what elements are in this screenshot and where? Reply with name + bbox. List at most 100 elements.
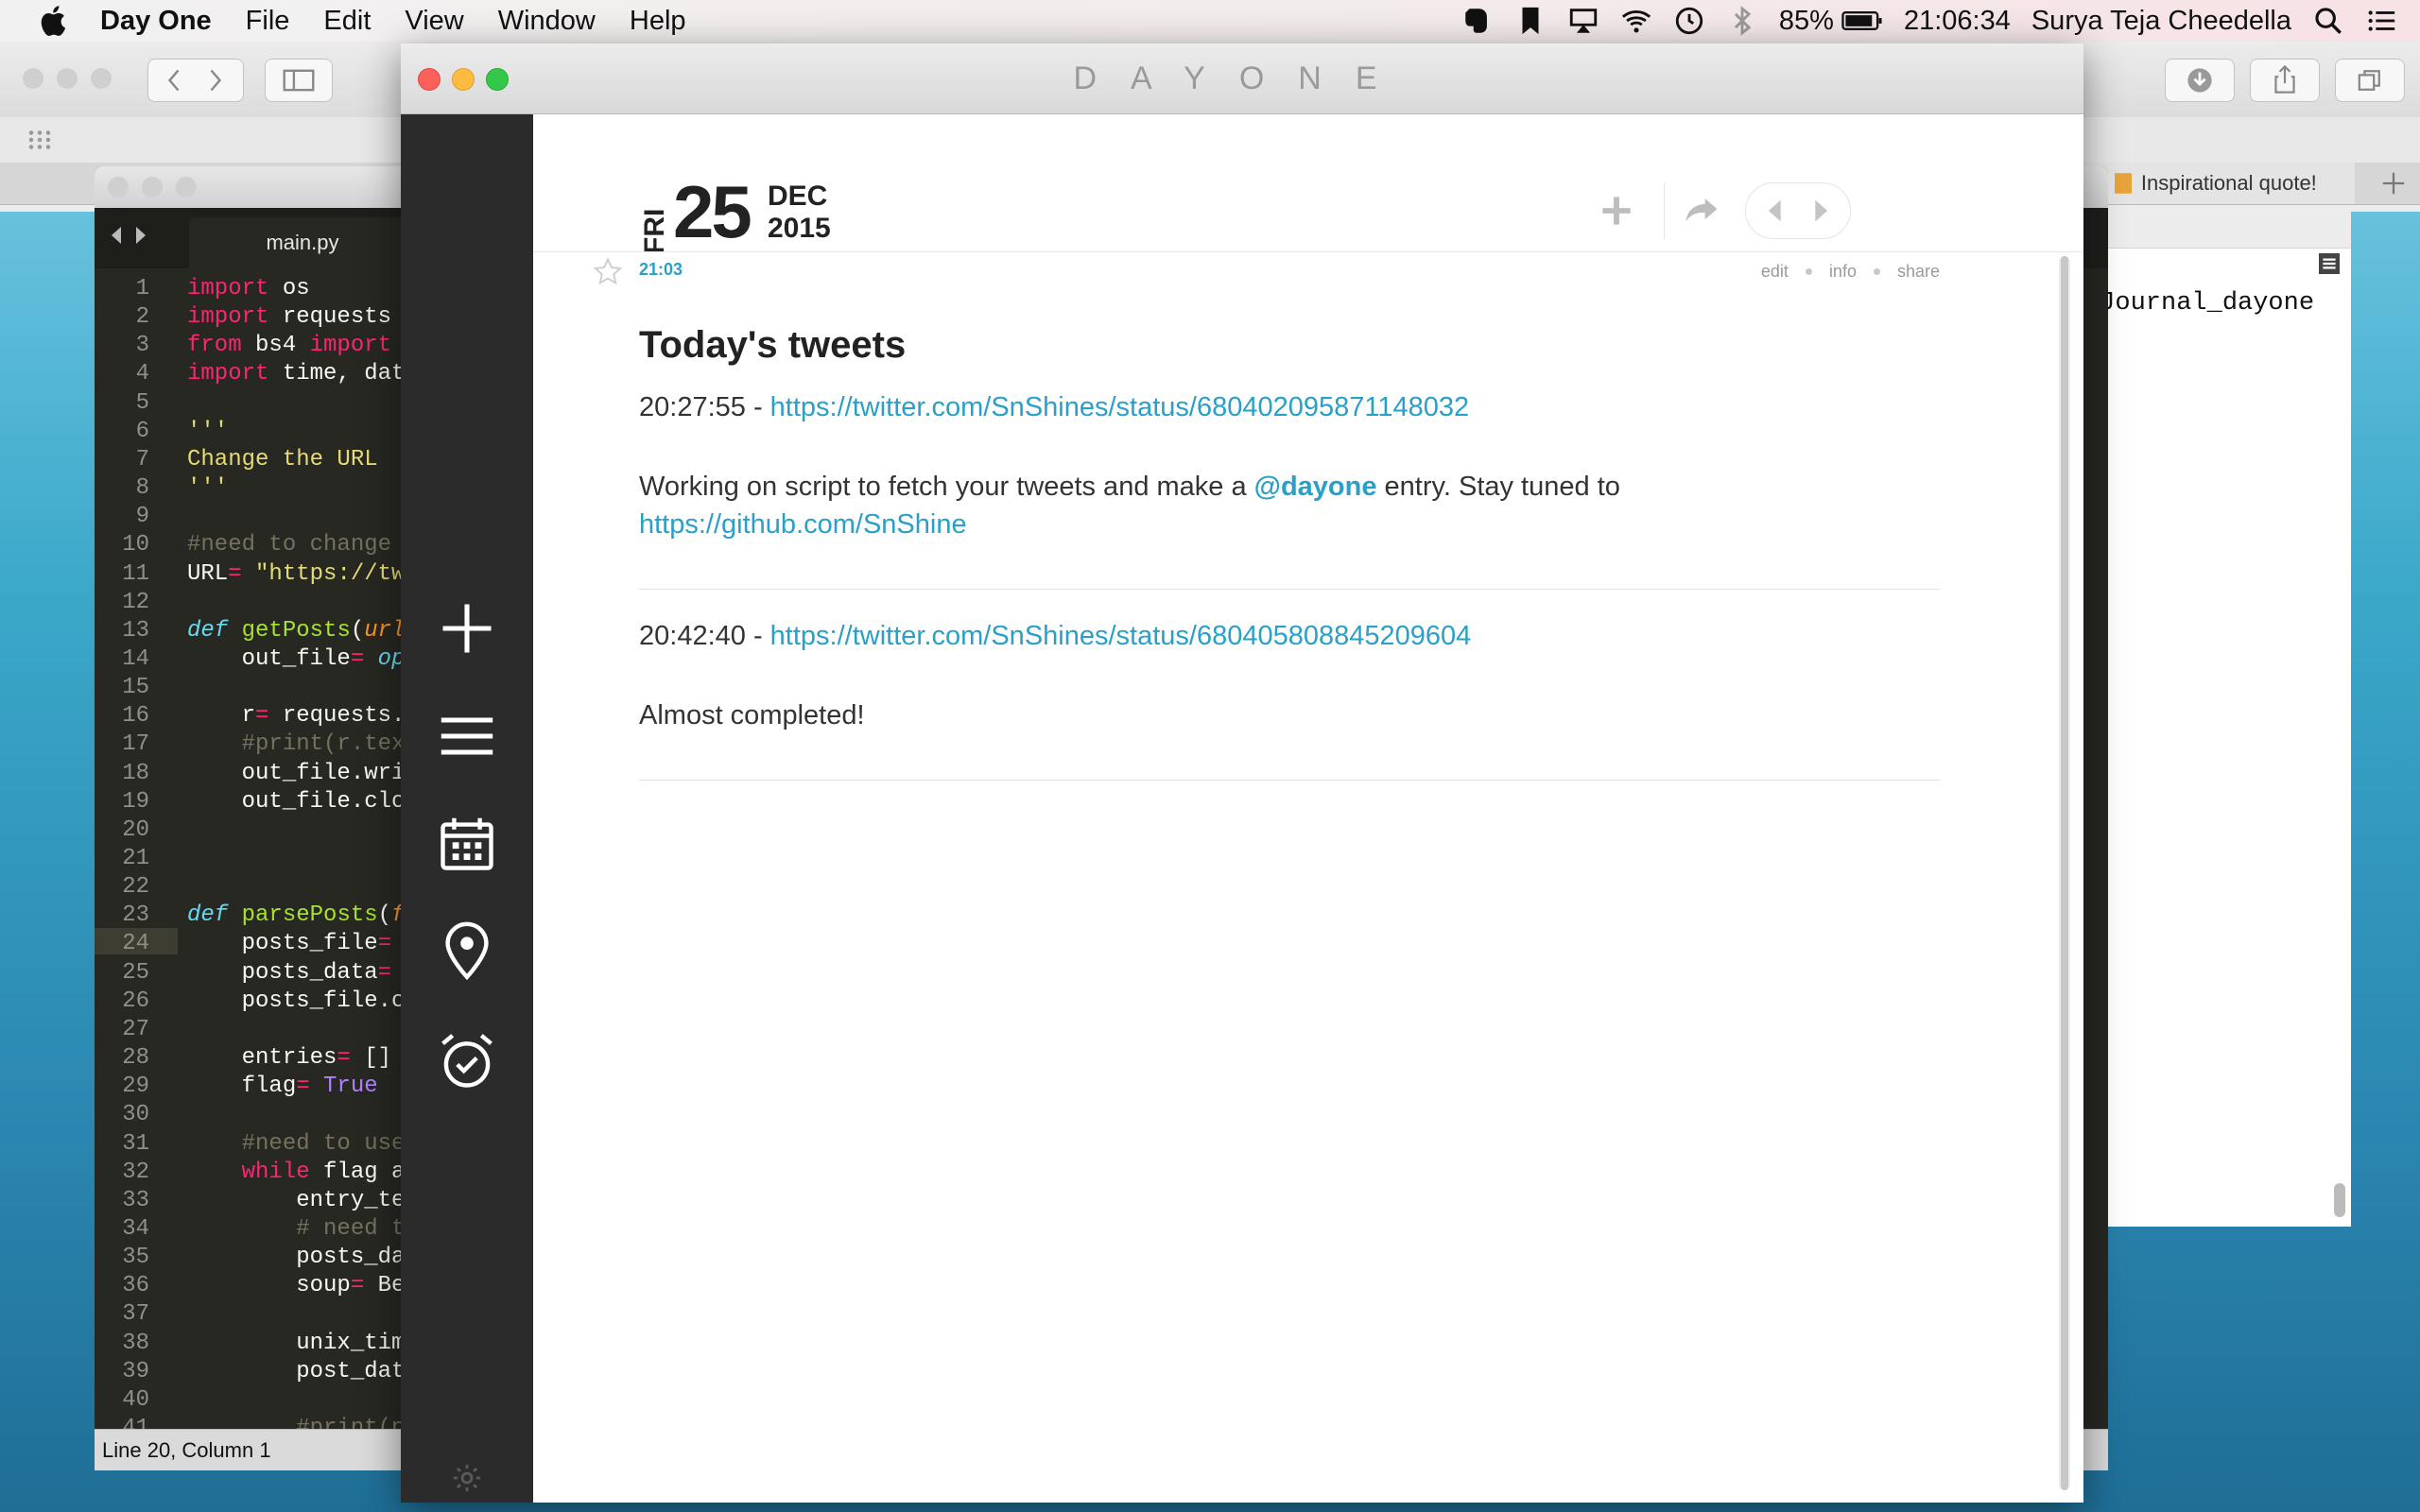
tab-nav-arrows[interactable] bbox=[108, 225, 149, 251]
code-token: while bbox=[187, 1160, 310, 1185]
line-number: 17 bbox=[122, 731, 149, 757]
evernote-icon[interactable] bbox=[1461, 5, 1494, 37]
menu-view[interactable]: View bbox=[405, 6, 463, 37]
code-token: posts_da bbox=[187, 1245, 406, 1270]
grid-icon[interactable] bbox=[28, 129, 57, 151]
entry-scrollbar[interactable] bbox=[2059, 256, 2070, 1490]
scroll-menu-icon[interactable] bbox=[2319, 253, 2340, 274]
menu-help[interactable]: Help bbox=[630, 6, 686, 37]
github-link[interactable]: https://github.com/SnShine bbox=[639, 509, 967, 540]
line-number: 7 bbox=[135, 447, 149, 472]
calendar-icon[interactable] bbox=[435, 812, 499, 876]
tab-nav-icon[interactable] bbox=[108, 225, 149, 246]
entry-title: Today's tweets bbox=[639, 324, 907, 366]
forward-icon[interactable] bbox=[205, 69, 226, 92]
menubar-user[interactable]: Surya Teja Cheedella bbox=[2031, 6, 2291, 37]
line-number: 14 bbox=[122, 646, 149, 672]
menu-edit[interactable]: Edit bbox=[323, 6, 371, 37]
downloads-button[interactable] bbox=[2165, 59, 2235, 102]
safari-close-button[interactable] bbox=[23, 68, 43, 89]
code-line: soup= Be bbox=[187, 1273, 405, 1298]
menubar-clock[interactable]: 21:06:34 bbox=[1904, 6, 2011, 37]
line-number: 31 bbox=[122, 1131, 149, 1157]
new-entry-icon[interactable] bbox=[435, 596, 499, 661]
reminder-alarm-icon[interactable] bbox=[435, 1029, 499, 1093]
time-machine-icon[interactable] bbox=[1673, 5, 1705, 37]
line-number: 40 bbox=[122, 1387, 149, 1413]
editor-zoom-button[interactable] bbox=[176, 177, 197, 198]
next-entry-icon[interactable] bbox=[1805, 195, 1837, 227]
share-link[interactable]: share bbox=[1897, 262, 1940, 282]
code-token: def bbox=[187, 618, 229, 644]
entry-scrollbar-thumb[interactable] bbox=[2061, 256, 2068, 1490]
sidebar-toggle-button[interactable] bbox=[265, 59, 333, 102]
code-line: out_file.wri bbox=[187, 761, 406, 786]
wifi-icon[interactable] bbox=[1620, 5, 1652, 37]
apple-icon[interactable] bbox=[38, 4, 72, 38]
code-token: unix_tim bbox=[187, 1331, 406, 1356]
code-token: time, dat bbox=[268, 361, 406, 387]
line-number: 8 bbox=[135, 475, 149, 501]
sidebar-icon bbox=[283, 69, 315, 92]
tabs-icon bbox=[2358, 70, 2380, 91]
back-icon[interactable] bbox=[164, 69, 184, 92]
airplay-icon[interactable] bbox=[1567, 5, 1599, 37]
add-entry-icon[interactable] bbox=[1596, 190, 1637, 232]
code-line: import os bbox=[187, 276, 310, 301]
spotlight-search-icon[interactable] bbox=[2312, 5, 2344, 37]
code-line: # need t bbox=[187, 1216, 405, 1242]
tab-main-py[interactable]: main.py bbox=[189, 217, 416, 268]
safari-zoom-button[interactable] bbox=[91, 68, 112, 89]
edit-link[interactable]: edit bbox=[1761, 262, 1789, 282]
code-token: ( bbox=[377, 902, 392, 928]
editor-close-button[interactable] bbox=[108, 177, 129, 198]
editor-minimize-button[interactable] bbox=[142, 177, 163, 198]
settings-gear-icon[interactable] bbox=[451, 1462, 483, 1494]
line-number: 29 bbox=[122, 1074, 149, 1099]
tweet-1-header: 20:27:55 - https://twitter.com/SnShines/… bbox=[639, 388, 1944, 426]
bluetooth-icon[interactable] bbox=[1726, 5, 1758, 37]
code-line: out_file.clo bbox=[187, 789, 406, 815]
code-token: flag a bbox=[309, 1160, 406, 1185]
notification-center-icon[interactable] bbox=[2365, 5, 2397, 37]
share-icon bbox=[2274, 65, 2295, 94]
terminal-header bbox=[2071, 210, 2351, 249]
previous-entry-icon[interactable] bbox=[1759, 195, 1791, 227]
code-token: ''' bbox=[187, 475, 229, 501]
menu-window[interactable]: Window bbox=[498, 6, 596, 37]
code-token: = bbox=[228, 561, 256, 587]
dayone-mention-link[interactable]: @dayone bbox=[1254, 472, 1377, 502]
code-line: r= requests. bbox=[187, 703, 406, 729]
code-token: entries bbox=[187, 1045, 337, 1071]
new-tab-icon[interactable] bbox=[2380, 170, 2407, 197]
share-arrow-icon[interactable] bbox=[1681, 190, 1722, 232]
safari-back-forward[interactable] bbox=[147, 59, 244, 102]
menu-app-name[interactable]: Day One bbox=[100, 6, 212, 37]
info-link[interactable]: info bbox=[1829, 262, 1857, 282]
line-number: 37 bbox=[122, 1301, 149, 1327]
map-pin-icon[interactable] bbox=[435, 918, 499, 982]
line-number: 35 bbox=[122, 1245, 149, 1270]
tweet-2-link[interactable]: https://twitter.com/SnShines/status/6804… bbox=[770, 621, 1472, 651]
line-number: 3 bbox=[135, 333, 149, 358]
safari-tab-inspirational[interactable]: D Inspirational quote! bbox=[2080, 163, 2355, 204]
code-token: # need t bbox=[187, 1216, 406, 1242]
safari-minimize-button[interactable] bbox=[57, 68, 78, 89]
share-button[interactable] bbox=[2250, 59, 2320, 102]
timeline-list-icon[interactable] bbox=[435, 704, 499, 768]
terminal-scrollbar[interactable] bbox=[2334, 1183, 2345, 1217]
tabs-overview-button[interactable] bbox=[2335, 59, 2405, 102]
code-token: posts_data bbox=[187, 960, 378, 986]
code-token: = bbox=[350, 646, 365, 672]
terminal-window: /Journal_dayone bbox=[2070, 210, 2351, 1227]
battery-icon[interactable] bbox=[1841, 5, 1883, 37]
tweet-1-link[interactable]: https://twitter.com/SnShines/status/6804… bbox=[770, 392, 1469, 422]
line-number: 11 bbox=[122, 561, 149, 587]
code-line: ''' bbox=[187, 475, 228, 501]
star-favorite-icon[interactable] bbox=[592, 256, 624, 288]
line-number: 25 bbox=[122, 960, 149, 986]
bookmark-icon[interactable] bbox=[1514, 5, 1547, 37]
menu-file[interactable]: File bbox=[246, 6, 290, 37]
month: DEC bbox=[768, 180, 828, 212]
code-line: import requests bbox=[187, 304, 391, 330]
